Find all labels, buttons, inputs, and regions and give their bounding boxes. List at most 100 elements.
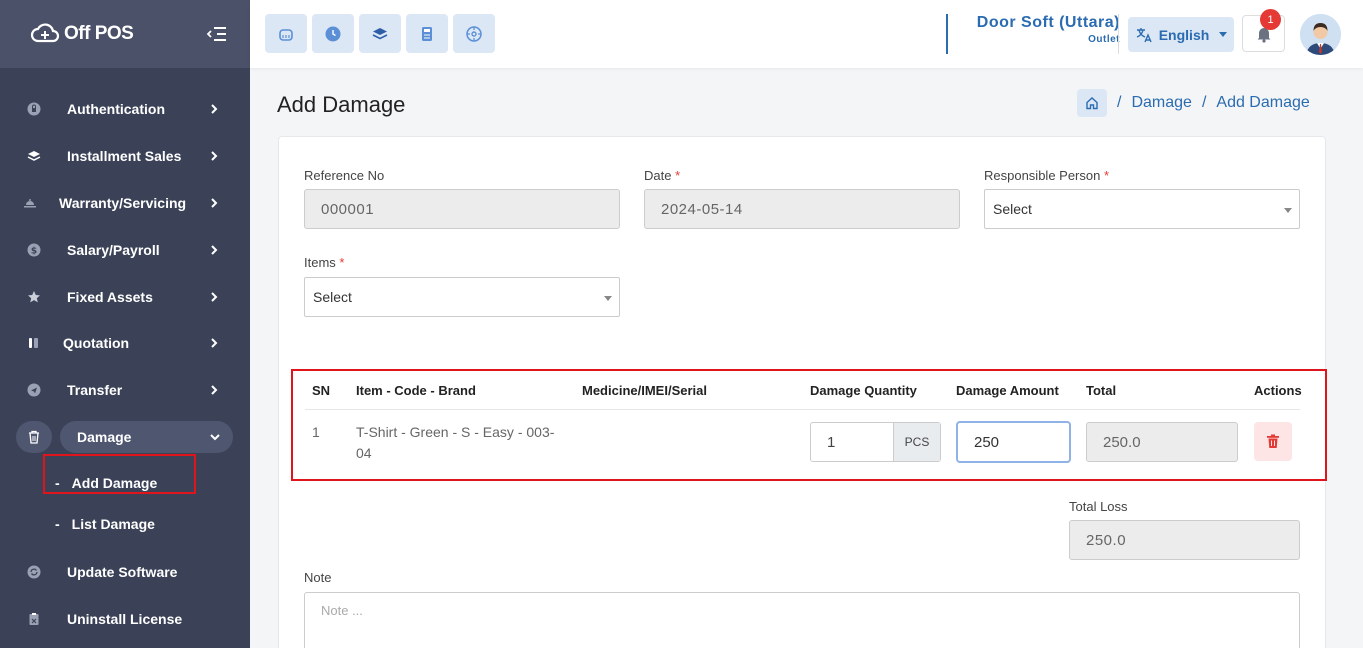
clock-shortcut-button[interactable] xyxy=(312,14,354,53)
calculator-icon xyxy=(422,26,432,41)
sidebar: Off POS Authentication Installment Sales… xyxy=(0,0,250,648)
outlet-info[interactable]: Door Soft (Uttara) Outlet xyxy=(946,14,1120,54)
date-input[interactable]: 2024-05-14 xyxy=(644,189,960,229)
sidebar-item-transfer[interactable]: Transfer xyxy=(0,367,250,414)
sidebar-item-label: Quotation xyxy=(63,335,130,352)
th-item: Item - Code - Brand xyxy=(356,383,476,398)
user-avatar-icon xyxy=(1300,14,1341,55)
responsible-person-select[interactable]: Select xyxy=(984,189,1300,229)
select-value: Select xyxy=(993,201,1032,217)
th-serial: Medicine/IMEI/Serial xyxy=(582,383,707,398)
caret-down-icon xyxy=(1219,32,1228,37)
sidebar-item-fixed-assets[interactable]: Fixed Assets xyxy=(0,273,250,320)
shield-icon xyxy=(25,100,43,118)
dollar-icon: $ xyxy=(25,241,43,259)
reference-label: Reference No xyxy=(304,168,385,183)
calculator-shortcut-button[interactable] xyxy=(406,14,448,53)
chevron-right-icon xyxy=(211,291,218,302)
menu-collapse-icon[interactable] xyxy=(206,23,228,45)
quotation-icon xyxy=(25,334,43,352)
row-item: T-Shirt - Green - S - Easy - 003-04 xyxy=(356,424,555,461)
layers-icon xyxy=(25,147,43,165)
damage-quantity-input[interactable]: 1 xyxy=(811,423,893,461)
dashboard-shortcut-button[interactable] xyxy=(453,14,495,53)
chevron-right-icon xyxy=(211,104,218,115)
svg-text:$: $ xyxy=(31,246,37,256)
breadcrumb-add-damage: Add Damage xyxy=(1216,94,1310,111)
table-divider xyxy=(305,409,1300,410)
home-icon xyxy=(1086,97,1098,110)
breadcrumb-home[interactable] xyxy=(1077,89,1107,117)
cloud-logo-icon xyxy=(30,23,60,43)
row-total-input[interactable]: 250.0 xyxy=(1086,422,1238,462)
note-label: Note xyxy=(304,570,332,585)
date-label: Date * xyxy=(644,168,681,183)
sidebar-item-update-software[interactable]: Update Software xyxy=(0,548,250,595)
sidebar-item-label: Damage xyxy=(77,428,132,445)
sidebar-item-warranty[interactable]: Warranty/Servicing xyxy=(0,180,250,227)
dropdown-arrow-icon xyxy=(604,296,612,301)
outlet-type: Outlet xyxy=(1088,34,1120,45)
note-textarea[interactable]: Note ... xyxy=(304,592,1300,648)
reference-input[interactable]: 000001 xyxy=(304,189,620,229)
damage-quantity-group: 1 PCS xyxy=(810,422,941,462)
notification-badge: 1 xyxy=(1260,9,1281,30)
sidebar-item-label: Fixed Assets xyxy=(67,288,153,305)
sidebar-item-label: Transfer xyxy=(67,382,123,399)
page-title: Add Damage xyxy=(277,92,406,117)
breadcrumb-separator: / xyxy=(1201,94,1207,111)
th-damage-quantity: Damage Quantity xyxy=(810,383,917,398)
chevron-right-icon xyxy=(211,198,218,208)
sidebar-item-label: Authentication xyxy=(67,101,165,118)
pos-shortcut-button[interactable] xyxy=(265,14,307,53)
gauge-icon xyxy=(466,25,482,42)
refresh-icon xyxy=(25,563,43,581)
sidebar-item-label: Salary/Payroll xyxy=(67,241,160,258)
brand-name: Off POS xyxy=(64,23,134,44)
language-dropdown[interactable]: English xyxy=(1128,17,1234,52)
row-sn: 1 xyxy=(312,424,320,440)
breadcrumb-damage[interactable]: Damage xyxy=(1131,94,1191,112)
sidebar-item-installment-sales[interactable]: Installment Sales xyxy=(0,133,250,180)
chevron-right-icon xyxy=(211,245,218,255)
sidebar-item-salary[interactable]: $ Salary/Payroll xyxy=(0,226,250,273)
chevron-right-icon xyxy=(211,151,218,161)
responsible-label: Responsible Person * xyxy=(984,168,1110,183)
outlet-name: Door Soft (Uttara) xyxy=(976,14,1120,31)
header-divider xyxy=(1118,14,1119,54)
sidebar-nav: Authentication Installment Sales Warrant… xyxy=(0,68,250,642)
send-icon xyxy=(25,381,43,399)
items-select[interactable]: Select xyxy=(304,277,620,317)
sidebar-subitem-list-damage[interactable]: - List Damage xyxy=(0,503,250,544)
chevron-right-icon xyxy=(211,338,218,349)
sidebar-item-label: Uninstall License xyxy=(67,610,183,627)
chevron-right-icon xyxy=(211,385,218,395)
stack-shortcut-button[interactable] xyxy=(359,14,401,53)
uninstall-icon xyxy=(25,610,43,628)
sidebar-item-label: Warranty/Servicing xyxy=(59,194,187,211)
sidebar-item-uninstall-license[interactable]: Uninstall License xyxy=(0,595,250,642)
total-loss-input[interactable]: 250.0 xyxy=(1069,520,1300,560)
sidebar-item-label: Update Software xyxy=(67,563,178,580)
top-header: Door Soft (Uttara) Outlet English 1 xyxy=(250,0,1363,68)
breadcrumb: / Damage / Add Damage xyxy=(1077,89,1310,117)
items-label: Items * xyxy=(304,255,345,270)
th-actions: Actions xyxy=(1254,383,1302,398)
damage-amount-input[interactable]: 250 xyxy=(956,421,1071,463)
select-value: Select xyxy=(313,289,352,305)
damage-pill[interactable]: Damage xyxy=(60,420,233,453)
dropdown-arrow-icon xyxy=(1284,208,1292,213)
language-label: English xyxy=(1158,26,1210,43)
sidebar-item-authentication[interactable]: Authentication xyxy=(0,86,250,133)
register-icon xyxy=(279,28,293,41)
delete-row-button[interactable] xyxy=(1254,422,1292,461)
sidebar-item-label: Installment Sales xyxy=(67,148,182,165)
sidebar-item-quotation[interactable]: Quotation xyxy=(0,320,250,367)
clock-icon xyxy=(325,26,341,41)
brand-bar: Off POS xyxy=(0,0,250,68)
translate-icon xyxy=(1136,27,1152,42)
brand-logo[interactable]: Off POS xyxy=(30,21,134,47)
quantity-unit: PCS xyxy=(893,423,940,461)
user-avatar[interactable] xyxy=(1300,14,1341,55)
layers-icon xyxy=(372,27,388,39)
